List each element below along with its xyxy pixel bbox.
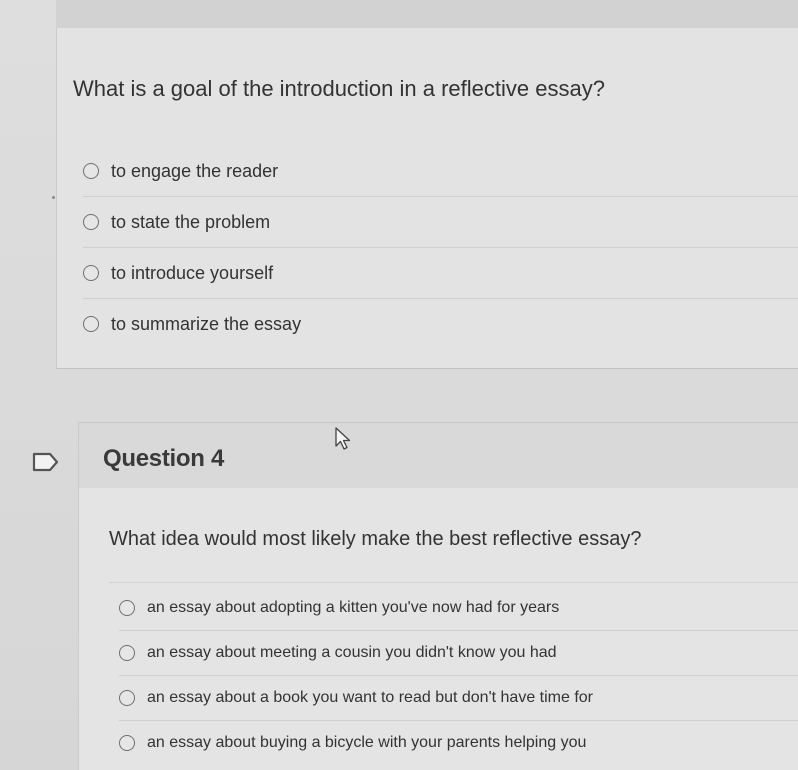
radio-button[interactable]: [119, 600, 135, 616]
question-4-options: an essay about adopting a kitten you've …: [119, 586, 798, 765]
question-3-prompt: What is a goal of the introduction in a …: [73, 76, 605, 101]
option-label: to engage the reader: [111, 160, 279, 181]
question-4-option-2[interactable]: an essay about meeting a cousin you didn…: [119, 631, 798, 676]
option-label: an essay about buying a bicycle with you…: [147, 734, 587, 751]
question-3-option-2[interactable]: to state the problem: [83, 197, 798, 248]
question-3-option-4[interactable]: to summarize the essay: [83, 299, 798, 349]
radio-button[interactable]: [83, 214, 99, 230]
question-4-prompt: What idea would most likely make the bes…: [109, 528, 642, 550]
radio-button[interactable]: [83, 265, 99, 281]
option-label: to summarize the essay: [111, 313, 302, 334]
option-label: an essay about adopting a kitten you've …: [147, 599, 560, 616]
question-3-option-3[interactable]: to introduce yourself: [83, 248, 798, 299]
edge-mark: [52, 196, 55, 199]
question-3-card: What is a goal of the introduction in a …: [56, 28, 798, 369]
radio-button[interactable]: [83, 163, 99, 179]
mouse-pointer-icon: [335, 427, 351, 450]
question-4-option-4[interactable]: an essay about buying a bicycle with you…: [119, 721, 798, 765]
radio-button[interactable]: [83, 316, 99, 332]
flag-icon[interactable]: [32, 452, 60, 472]
question-4-card: What idea would most likely make the bes…: [78, 488, 798, 770]
radio-button[interactable]: [119, 735, 135, 751]
question-4-title: Question 4: [103, 445, 225, 472]
option-label: to state the problem: [111, 211, 271, 232]
option-label: to introduce yourself: [111, 262, 274, 283]
question-3-header: [56, 0, 798, 29]
question-3-option-1[interactable]: to engage the reader: [83, 146, 798, 197]
question-4-header: Question 4: [78, 422, 798, 490]
question-4-option-1[interactable]: an essay about adopting a kitten you've …: [119, 586, 798, 631]
quiz-page: What is a goal of the introduction in a …: [0, 0, 798, 770]
divider: [109, 582, 798, 583]
radio-button[interactable]: [119, 645, 135, 661]
option-label: an essay about meeting a cousin you didn…: [147, 644, 557, 661]
radio-button[interactable]: [119, 690, 135, 706]
question-3-options: to engage the reader to state the proble…: [83, 146, 798, 349]
question-4-option-3[interactable]: an essay about a book you want to read b…: [119, 676, 798, 721]
option-label: an essay about a book you want to read b…: [147, 689, 594, 706]
